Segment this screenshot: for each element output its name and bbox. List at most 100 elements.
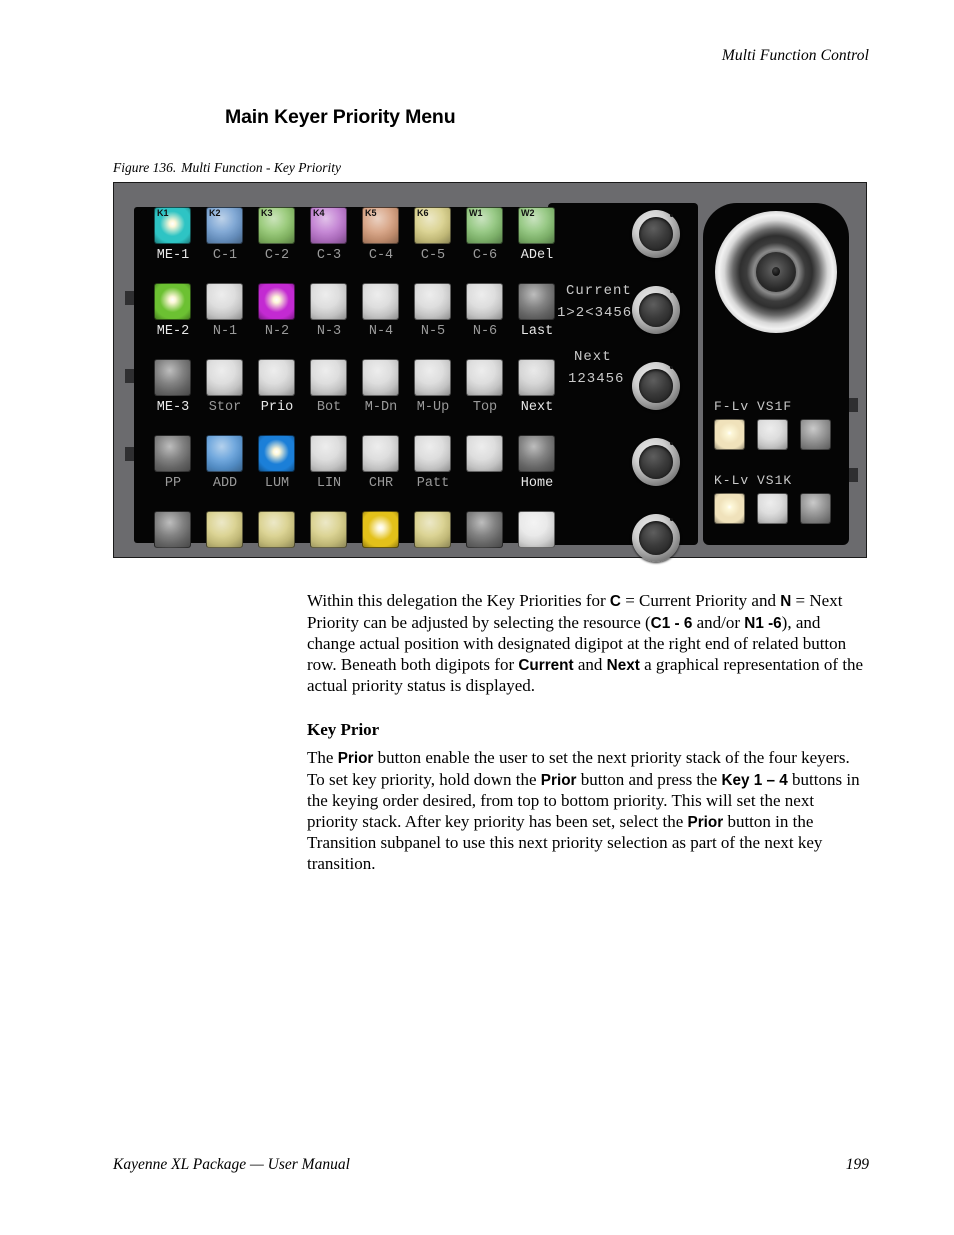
panel-button-n-3[interactable] (310, 283, 347, 320)
joystick-label-k-lv: K-Lv (714, 473, 750, 488)
footer-page-number: 199 (845, 1156, 869, 1173)
term-prior-2: Prior (540, 771, 577, 789)
panel-button-prio[interactable] (258, 359, 295, 396)
term-next: Next (606, 656, 640, 674)
panel-button-c-2[interactable]: K3 (258, 207, 295, 244)
joystick-button-top-1[interactable] (714, 419, 745, 450)
panel-edge-nub (125, 291, 134, 305)
digipot-knob-face[interactable] (639, 445, 673, 479)
figure-number: Figure 136. (113, 160, 177, 175)
joystick[interactable] (715, 211, 837, 333)
joystick-label-vs1f: VS1F (757, 399, 793, 414)
joystick-button-top-3[interactable] (800, 419, 831, 450)
panel-button-c-5[interactable]: K6 (414, 207, 451, 244)
digipot-knob-2[interactable] (632, 286, 680, 334)
panel-button-r5c7[interactable] (466, 511, 503, 548)
button-label-patt: Patt (416, 476, 450, 491)
panel-button-m-dn[interactable] (362, 359, 399, 396)
panel-button-n-1[interactable] (206, 283, 243, 320)
panel-button-next[interactable] (518, 359, 555, 396)
panel-button-n-6[interactable] (466, 283, 503, 320)
button-label-prio: Prio (260, 400, 294, 415)
panel-button-r5c3[interactable] (258, 511, 295, 548)
section-heading-key-prior: Key Prior (307, 719, 380, 739)
panel-button-m-up[interactable] (414, 359, 451, 396)
panel-button-me-1[interactable]: K1 (154, 207, 191, 244)
button-label-c-2: C-2 (264, 248, 290, 263)
panel-button-r5c4[interactable] (310, 511, 347, 548)
button-label-add: ADD (212, 476, 238, 491)
panel-button-patt[interactable] (414, 435, 451, 472)
digipot-indicator-dot (670, 518, 673, 521)
panel-button-lum[interactable] (258, 435, 295, 472)
panel-button-c-4[interactable]: K5 (362, 207, 399, 244)
panel-button-pp[interactable] (154, 435, 191, 472)
term-prior-3: Prior (687, 813, 724, 831)
panel-button-r5c2[interactable] (206, 511, 243, 548)
button-label-home: Home (520, 476, 554, 491)
button-label-me-2: ME-2 (156, 324, 190, 339)
button-cap-label: W2 (521, 208, 535, 218)
current-value: 1>2<3456 (557, 305, 633, 321)
panel-button-adel[interactable]: W2 (518, 207, 555, 244)
panel-button-lin[interactable] (310, 435, 347, 472)
panel-button-r5c8[interactable] (518, 511, 555, 548)
button-label-m-up: M-Up (416, 400, 450, 415)
button-label-c-3: C-3 (316, 248, 342, 263)
digipot-knob-face[interactable] (639, 521, 673, 555)
digipot-knob-face[interactable] (639, 217, 673, 251)
joystick-button-bottom-1[interactable] (714, 493, 745, 524)
panel-button-n-4[interactable] (362, 283, 399, 320)
joystick-label-vs1k: VS1K (757, 473, 793, 488)
panel-button-me-3[interactable] (154, 359, 191, 396)
panel-button-r5c1[interactable] (154, 511, 191, 548)
button-label-me-1: ME-1 (156, 248, 190, 263)
button-cap-label: K6 (417, 208, 429, 218)
footer-manual-name: Kayenne XL Package — User Manual (113, 1156, 350, 1173)
next-label: Next (574, 349, 612, 365)
button-label-bot: Bot (316, 400, 342, 415)
panel-button-r4c7[interactable] (466, 435, 503, 472)
joystick-button-bottom-3[interactable] (800, 493, 831, 524)
panel-button-last[interactable] (518, 283, 555, 320)
button-label-lum: LUM (264, 476, 290, 491)
digipot-indicator-dot (670, 442, 673, 445)
joystick-label-f-lv: F-Lv (714, 399, 750, 414)
panel-button-bot[interactable] (310, 359, 347, 396)
joystick-hub[interactable] (756, 252, 796, 292)
joystick-button-top-2[interactable] (757, 419, 788, 450)
button-label-top: Top (472, 400, 498, 415)
panel-edge-nub (125, 447, 134, 461)
button-label-lin: LIN (316, 476, 342, 491)
digipot-knob-5[interactable] (632, 514, 680, 562)
joystick-button-bottom-2[interactable] (757, 493, 788, 524)
digipot-knob-face[interactable] (639, 369, 673, 403)
panel-button-r5c5[interactable] (362, 511, 399, 548)
paragraph-key-prior: The Prior button enable the user to set … (307, 747, 860, 873)
panel-button-add[interactable] (206, 435, 243, 472)
current-label: Current (566, 283, 632, 299)
panel-button-stor[interactable] (206, 359, 243, 396)
panel-button-home[interactable] (518, 435, 555, 472)
panel-button-chr[interactable] (362, 435, 399, 472)
button-label-adel: ADel (520, 248, 554, 263)
digipot-indicator-dot (670, 290, 673, 293)
panel-button-c-1[interactable]: K2 (206, 207, 243, 244)
button-label-c-6: C-6 (472, 248, 498, 263)
digipot-knob-4[interactable] (632, 438, 680, 486)
term-c: C (609, 593, 621, 610)
panel-button-n-5[interactable] (414, 283, 451, 320)
panel-button-me-2[interactable] (154, 283, 191, 320)
digipot-indicator-dot (670, 214, 673, 217)
button-label-n-6: N-6 (472, 324, 498, 339)
panel-button-r5c6[interactable] (414, 511, 451, 548)
panel-button-c-6[interactable]: W1 (466, 207, 503, 244)
button-label-c-4: C-4 (368, 248, 394, 263)
digipot-knob-3[interactable] (632, 362, 680, 410)
panel-button-c-3[interactable]: K4 (310, 207, 347, 244)
panel-button-top[interactable] (466, 359, 503, 396)
digipot-knob-1[interactable] (632, 210, 680, 258)
panel-button-n-2[interactable] (258, 283, 295, 320)
button-label-n-3: N-3 (316, 324, 342, 339)
digipot-knob-face[interactable] (639, 293, 673, 327)
